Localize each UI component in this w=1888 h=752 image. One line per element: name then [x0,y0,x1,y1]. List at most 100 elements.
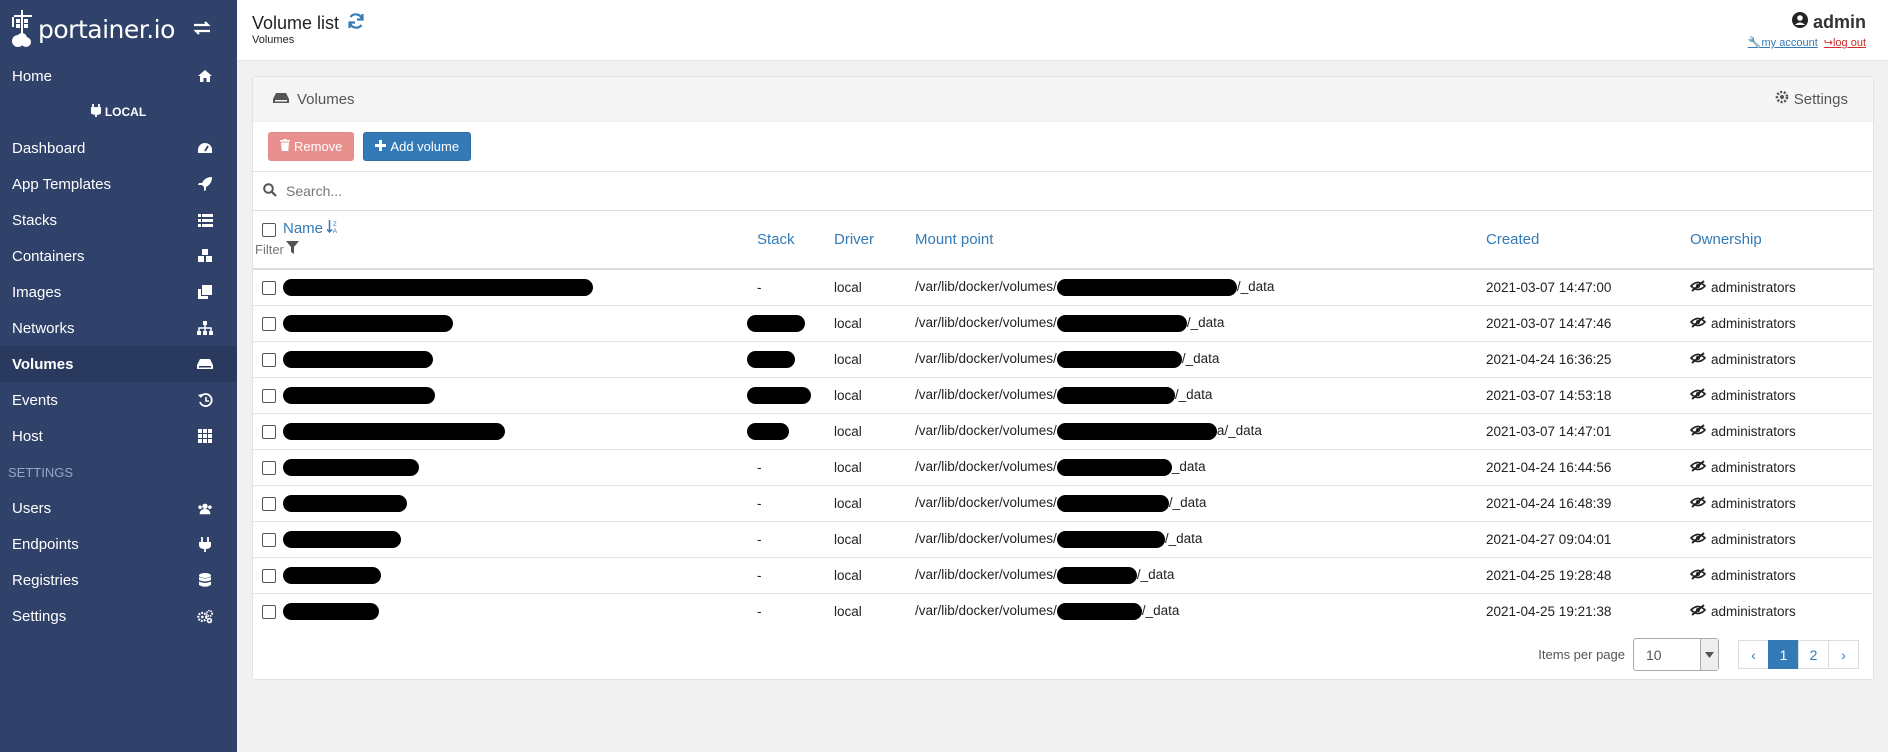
redacted-volume-name[interactable] [283,530,401,548]
driver-cell: local [834,351,862,367]
stack-cell: - [757,567,762,583]
mount-prefix: /var/lib/docker/volumes/ [915,422,1057,438]
sidebar-item-users[interactable]: Users [0,490,237,526]
row-checkbox[interactable] [262,604,276,619]
select-all-checkbox[interactable] [262,223,276,238]
sidebar-item-events[interactable]: Events [0,382,237,418]
user-links: 🔧my account ↪log out [1748,36,1866,49]
redacted-volume-name[interactable] [283,278,593,296]
portainer-logo[interactable]: portainer.io [10,9,175,49]
redacted-volume-name[interactable] [283,494,407,512]
name-header-label: Name [283,220,324,237]
mount-column-header[interactable]: Mount point [915,211,1486,269]
redacted-mount-id [1056,386,1175,404]
redacted-mount-id [1056,494,1169,512]
redacted-volume-name[interactable] [283,350,433,368]
sidebar-item-app-templates[interactable]: App Templates [0,166,237,202]
tachometer-icon [197,140,213,156]
row-checkbox[interactable] [262,460,276,475]
page-2-button[interactable]: 2 [1798,640,1829,669]
th-icon [197,428,213,444]
row-checkbox[interactable] [262,388,276,403]
redacted-volume-name[interactable] [283,314,453,332]
items-per-page-select[interactable]: 10 [1633,638,1719,671]
plug-icon [89,104,102,120]
stack-cell: - [757,531,762,547]
sidebar-item-settings[interactable]: Settings [0,598,237,634]
table-row[interactable]: - local/var/lib/docker/volumes/ /_data 2021… [253,520,1873,557]
refresh-icon[interactable] [347,12,365,35]
redacted-mount-id [1056,422,1217,440]
stack-column-header[interactable]: Stack [757,211,834,269]
redacted-volume-name[interactable] [283,566,381,584]
row-checkbox[interactable] [262,280,276,295]
cogs-icon [197,608,213,624]
ownership-label: administrators [1711,279,1796,295]
sidebar-item-label: App Templates [12,175,111,193]
panel-title: Volumes [273,91,355,108]
table-row[interactable]: local/var/lib/docker/volumes/ /_data 2021-… [253,340,1873,377]
table-row[interactable]: local/var/lib/docker/volumes/a/_data 2021… [253,412,1873,449]
table-row[interactable]: - local/var/lib/docker/volumes/ /_data 2021… [253,484,1873,521]
filter-dropdown[interactable]: Filter [255,241,757,257]
sidebar-item-dashboard[interactable]: Dashboard [0,130,237,166]
page-prev-button[interactable]: ‹ [1738,640,1769,669]
sidebar-item-home[interactable]: Home [0,58,237,94]
search-input[interactable] [286,183,886,199]
redacted-volume-name[interactable] [283,458,419,476]
sidebar-item-containers[interactable]: Containers [0,238,237,274]
sidebar-item-images[interactable]: Images [0,274,237,310]
remove-button[interactable]: Remove [268,132,355,161]
add-volume-button[interactable]: Add volume [363,132,472,161]
redacted-volume-name[interactable] [283,602,379,620]
table-row[interactable]: - local/var/lib/docker/volumes/ /_data 2021… [253,556,1873,593]
log-out-link[interactable]: ↪log out [1824,36,1866,49]
sidebar-item-registries[interactable]: Registries [0,562,237,598]
table-row[interactable]: local/var/lib/docker/volumes/ /_data 2021-… [253,304,1873,341]
row-checkbox[interactable] [262,316,276,331]
mount-suffix: /_data [1136,566,1175,582]
sidebar-item-networks[interactable]: Networks [0,310,237,346]
row-checkbox[interactable] [262,532,276,547]
table-row[interactable]: local/var/lib/docker/volumes/ /_data 2021-… [253,376,1873,413]
search-bar [253,172,1873,211]
redacted-volume-name[interactable] [283,422,505,440]
user-block: admin 🔧my account ↪log out [1748,12,1866,49]
page-next-button[interactable]: › [1828,640,1859,669]
driver-column-header[interactable]: Driver [834,211,915,269]
sidebar-item-volumes[interactable]: Volumes [0,346,237,382]
filter-icon [285,241,299,257]
mount-suffix: a/_data [1216,422,1262,438]
ownership-label: administrators [1711,315,1796,331]
pagination-bar: Items per page 10 ‹ 1 2 › [1538,638,1859,671]
ownership-column-header[interactable]: Ownership [1690,211,1873,269]
stack-cell: - [757,459,762,475]
driver-cell: local [834,567,862,583]
mount-suffix: /_data [1186,314,1225,330]
ownership-cell: administrators [1689,388,1873,403]
plus-icon [375,139,387,154]
row-checkbox[interactable] [262,352,276,367]
my-account-link[interactable]: 🔧my account [1748,36,1818,49]
eye-slash-icon [1689,531,1707,547]
row-checkbox[interactable] [262,496,276,511]
name-column-header[interactable]: Name ZA [283,220,757,237]
breadcrumb: Volumes [252,34,295,46]
sidebar-item-label: Host [12,427,43,445]
row-checkbox[interactable] [262,568,276,583]
page-1-button[interactable]: 1 [1768,640,1799,669]
redacted-mount-id [1056,602,1142,620]
table-row[interactable]: - local/var/lib/docker/volumes/ _data 2021-… [253,448,1873,485]
row-checkbox[interactable] [262,424,276,439]
redacted-volume-name[interactable] [283,386,435,404]
table-row[interactable]: - local/var/lib/docker/volumes/ /_data 2021… [253,268,1873,305]
user-name-text: admin [1812,12,1866,32]
endpoint-name: LOCAL [0,94,237,130]
sidebar-toggle-icon[interactable] [193,20,211,39]
sidebar-item-stacks[interactable]: Stacks [0,202,237,238]
created-column-header[interactable]: Created [1486,211,1690,269]
table-settings-button[interactable]: Settings [1775,90,1848,108]
sidebar-item-endpoints[interactable]: Endpoints [0,526,237,562]
table-row[interactable]: - local/var/lib/docker/volumes/ /_data 2021… [253,592,1873,629]
sidebar-item-host[interactable]: Host [0,418,237,454]
